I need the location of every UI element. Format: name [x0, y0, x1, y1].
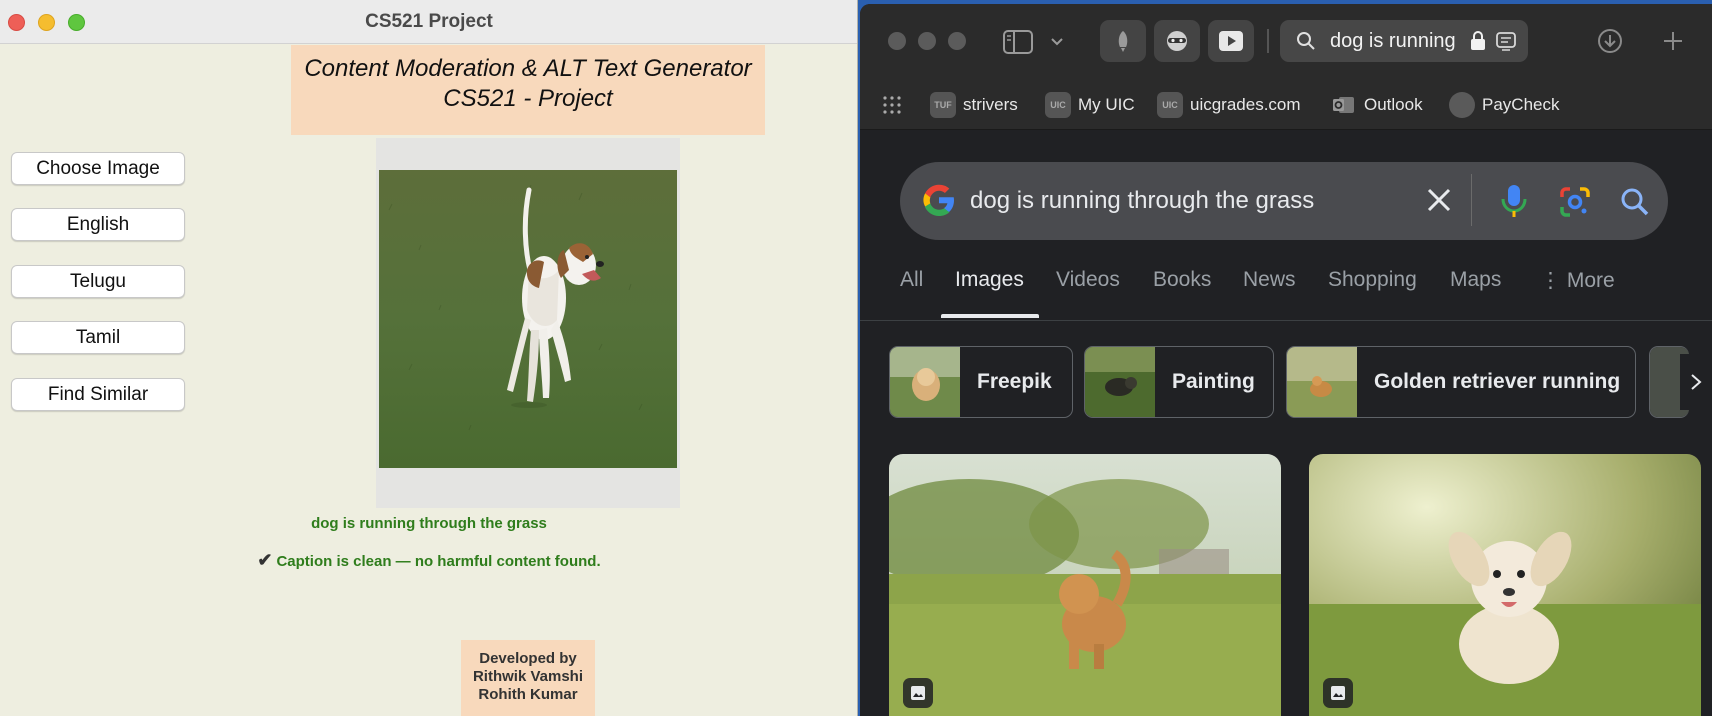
url-text: dog is running: [1330, 30, 1456, 52]
english-button[interactable]: English: [11, 208, 185, 241]
bookmark-favicon: UIC: [1045, 92, 1071, 118]
inactive-minimize-button[interactable]: [918, 32, 936, 50]
rocket-icon: [1118, 31, 1128, 52]
inactive-close-button[interactable]: [888, 32, 906, 50]
app-title: Content Moderation & ALT Text Generator: [304, 55, 752, 82]
bookmark-label: PayCheck: [1482, 95, 1560, 114]
raccoon-icon: [1167, 31, 1187, 51]
window-title: CS521 Project: [365, 11, 493, 32]
bookmark-favicon: UIC: [1157, 92, 1183, 118]
tab-maps[interactable]: Maps: [1450, 268, 1501, 292]
reader-icon: [1496, 32, 1516, 51]
telugu-button[interactable]: Telugu: [11, 265, 185, 298]
bookmark-paycheck[interactable]: PayCheck: [1449, 92, 1559, 118]
paycheck-icon: [1449, 92, 1475, 118]
chip-golden-retriever-running[interactable]: Golden retriever running: [1286, 346, 1636, 418]
play-icon: [1219, 31, 1243, 51]
chip-thumbnail: [1085, 347, 1155, 417]
search-submit-icon[interactable]: [1620, 187, 1650, 222]
downloads-icon[interactable]: [1597, 28, 1623, 59]
chip-label: Painting: [1172, 370, 1255, 393]
find-similar-button[interactable]: Find Similar: [11, 378, 185, 411]
sidebar-toggle-icon[interactable]: [1003, 30, 1033, 59]
result-photo: [889, 454, 1281, 716]
moderation-result-text: Caption is clean — no harmful content fo…: [276, 553, 601, 570]
bookmark-favicon: TUF: [930, 92, 956, 118]
bookmark-label: uicgrades.com: [1190, 95, 1301, 114]
tab-images[interactable]: Images: [955, 268, 1024, 292]
chip-painting[interactable]: Painting: [1084, 346, 1274, 418]
bookmark-label: Outlook: [1364, 95, 1423, 114]
more-vert-icon: ⋮: [1540, 269, 1567, 292]
tab-shopping[interactable]: Shopping: [1328, 268, 1417, 292]
image-preview-frame: [376, 138, 680, 508]
search-icon: [1297, 32, 1315, 50]
chip-freepik[interactable]: Freepik: [889, 346, 1073, 418]
chip-thumbnail: [1287, 347, 1357, 417]
microphone-icon[interactable]: [1500, 184, 1528, 223]
credits-line: Developed by: [479, 650, 577, 667]
bookmark-label: My UIC: [1078, 95, 1135, 114]
chevron-down-icon[interactable]: [1050, 34, 1064, 53]
tk-app-window: CS521 Project Content Moderation & ALT T…: [0, 0, 858, 716]
tab-more[interactable]: ⋮ More: [1540, 268, 1615, 293]
outlook-icon: [1331, 92, 1357, 118]
moderation-result: ✔ Caption is clean — no harmful content f…: [0, 550, 857, 571]
image-result-white-puppy[interactable]: [1309, 454, 1701, 716]
tab-videos[interactable]: Videos: [1056, 268, 1120, 292]
apps-grid-icon[interactable]: [882, 95, 902, 120]
bookmark-strivers[interactable]: TUF strivers: [930, 92, 1018, 118]
chevron-right-icon[interactable]: [1680, 354, 1712, 410]
extension-rocket-button[interactable]: [1100, 20, 1146, 62]
new-tab-plus-icon[interactable]: [1662, 30, 1684, 57]
checkmark-icon: ✔: [257, 550, 273, 570]
bookmark-label: strivers: [963, 95, 1018, 114]
active-tab-indicator: [941, 314, 1039, 318]
bookmark-outlook[interactable]: Outlook: [1331, 92, 1423, 118]
chip-label: Golden retriever running: [1374, 370, 1621, 393]
chip-thumbnail: [890, 347, 960, 417]
url-bar[interactable]: dog is running: [1280, 20, 1528, 62]
dog-photo: [379, 170, 677, 468]
app-subtitle: CS521 - Project: [443, 85, 613, 112]
extension-video-button[interactable]: [1208, 20, 1254, 62]
lock-icon: [1471, 31, 1485, 50]
google-lens-icon[interactable]: [1559, 186, 1591, 223]
credits-line: Rohith Kumar: [478, 686, 578, 703]
tamil-button[interactable]: Tamil: [11, 321, 185, 354]
browser-toolbar: dog is running: [860, 4, 1712, 78]
credits-line: Rithwik Vamshi: [472, 668, 584, 685]
chip-label: Freepik: [977, 370, 1052, 393]
app-header: Content Moderation & ALT Text Generator …: [291, 45, 765, 135]
search-query-text[interactable]: dog is running through the grass: [970, 187, 1314, 215]
bookmark-my-uic[interactable]: UIC My UIC: [1045, 92, 1135, 118]
alt-text-caption: dog is running through the grass: [311, 515, 547, 532]
image-type-icon: [903, 678, 933, 708]
bookmark-uicgrades[interactable]: UIC uicgrades.com: [1157, 92, 1301, 118]
clear-search-x-icon[interactable]: [1426, 187, 1452, 218]
browser-window: dog is running TUF strivers UIC My UIC UIC…: [860, 4, 1712, 716]
inactive-zoom-button[interactable]: [948, 32, 966, 50]
image-result-golden-retriever[interactable]: [889, 454, 1281, 716]
credits-box: Developed by Rithwik Vamshi Rohith Kumar: [461, 640, 595, 716]
window-titlebar[interactable]: CS521 Project: [0, 0, 857, 44]
image-type-icon: [1323, 678, 1353, 708]
choose-image-button[interactable]: Choose Image: [11, 152, 185, 185]
extension-raccoon-button[interactable]: [1154, 20, 1200, 62]
tab-all[interactable]: All: [900, 268, 923, 292]
tab-books[interactable]: Books: [1153, 268, 1211, 292]
result-photo: [1309, 454, 1701, 716]
google-logo-icon: [921, 182, 957, 223]
tab-news[interactable]: News: [1243, 268, 1296, 292]
bookmarks-bar: TUF strivers UIC My UIC UIC uicgrades.com O…: [860, 78, 1712, 130]
